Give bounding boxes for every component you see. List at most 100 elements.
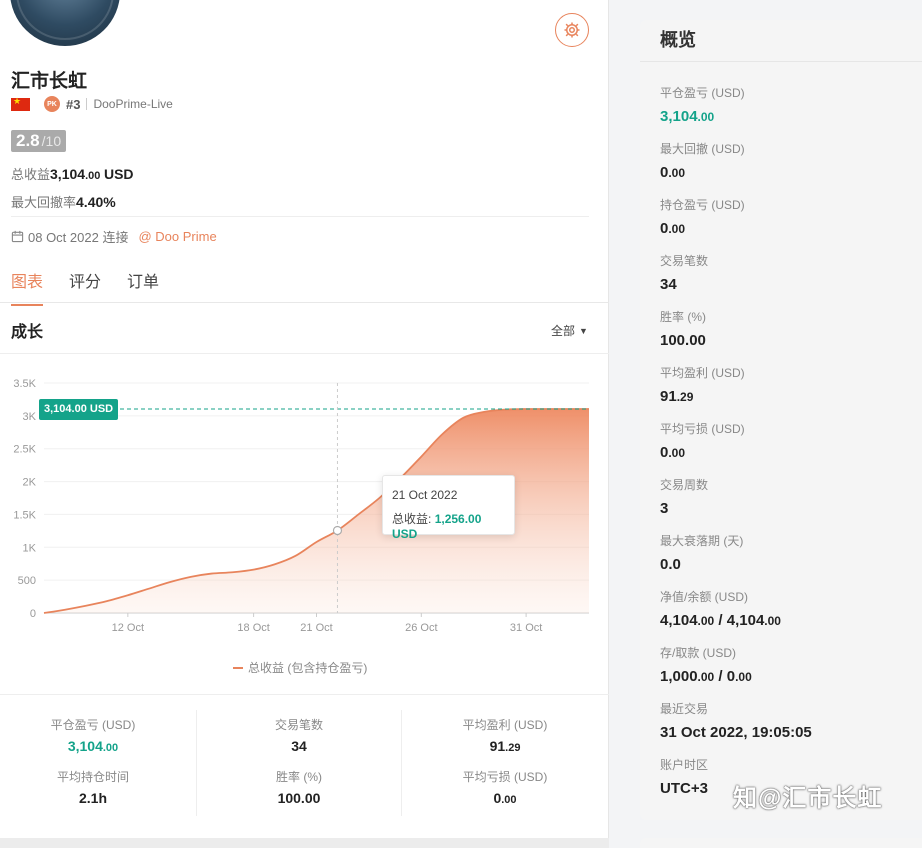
overview-value-dec: .00 <box>697 614 715 628</box>
overview-item: 胜率 (%) 100.00 <box>660 308 812 364</box>
overview-value-dec: .00 <box>668 446 686 460</box>
overview-label: 净值/余额 (USD) <box>660 590 748 604</box>
overview-value-dec: .00 <box>697 670 715 684</box>
overview-item: 存/取款 (USD) 1,000.00 / 0.00 <box>660 644 812 700</box>
overview-value-int: UTC+3 <box>660 780 708 797</box>
stat-value-int: 91 <box>489 738 506 754</box>
x-tick-label: 18 Oct <box>237 622 269 634</box>
connected-date: 08 Oct 2022 连接 <box>28 230 129 245</box>
stat-value: 0.00 <box>402 790 608 806</box>
stat-label: 平均亏损 (USD) <box>462 770 548 784</box>
stats-column: 平均盈利 (USD) 91.29 平均亏损 (USD) 0.00 <box>402 710 608 816</box>
x-tick-label: 21 Oct <box>300 622 332 634</box>
overview-item: 最大衰落期 (天) 0.0 <box>660 532 812 588</box>
stat-value: 100.00 <box>277 790 321 806</box>
current-value-tag: 3,104.00 USD <box>39 399 119 420</box>
rank-number: #3 <box>66 96 81 112</box>
stat-value: 2.1h <box>78 790 107 806</box>
tab-bar: 图表 评分 订单 <box>11 268 159 306</box>
overview-value-int: 0 <box>726 668 736 685</box>
overview-value: 0.00 <box>660 164 812 181</box>
overview-label: 最大回撤 (USD) <box>660 142 745 156</box>
tab-orders[interactable]: 订单 <box>127 268 159 306</box>
overview-value: 0.00 <box>660 220 812 237</box>
caret-down-icon: ▼ <box>579 325 588 336</box>
divider <box>640 61 922 62</box>
tab-rating[interactable]: 评分 <box>69 268 101 306</box>
overview-value-dec: .00 <box>668 166 686 180</box>
overview-value-int: 3 <box>660 500 669 517</box>
overview-value-int: 0.0 <box>660 556 681 573</box>
overview-value: 3 <box>660 500 812 517</box>
next-panel-edge <box>640 838 922 848</box>
range-filter-dropdown[interactable]: 全部 ▼ <box>551 322 588 339</box>
avatar[interactable] <box>10 0 120 46</box>
y-tick-label: 3K <box>23 411 37 423</box>
stat-value: 91.29 <box>402 738 608 754</box>
overview-label: 胜率 (%) <box>660 310 706 324</box>
overview-value-dec: .00 <box>668 222 686 236</box>
overview-value: 91.29 <box>660 388 812 405</box>
overview-item: 交易周数 3 <box>660 476 812 532</box>
total-profit-dec: .00 <box>85 170 101 182</box>
overview-label: 存/取款 (USD) <box>660 646 736 660</box>
overview-item: 平均盈利 (USD) 91.29 <box>660 364 812 420</box>
overview-label: 最近交易 <box>660 702 709 716</box>
stat-avg-profit: 平均盈利 (USD) 91.29 <box>402 710 608 762</box>
y-tick-label: 0 <box>30 608 36 620</box>
total-profit: 总收益3,104.00 USD <box>11 164 134 183</box>
stat-value: 3,104.00 <box>0 738 196 754</box>
growth-title: 成长 <box>11 324 44 341</box>
overview-value: 100.00 <box>660 332 812 349</box>
overview-value-int: 100.00 <box>660 332 706 349</box>
tooltip-date: 21 Oct 2022 <box>392 488 458 502</box>
range-filter-label: 全部 <box>551 324 576 338</box>
overview-value-dec: .00 <box>735 670 752 684</box>
stat-value-int: 3,104 <box>67 738 103 754</box>
stat-label: 平均盈利 (USD) <box>462 718 548 732</box>
total-profit-int: 3,104 <box>50 166 86 182</box>
y-tick-label: 2K <box>23 477 37 489</box>
y-tick-label: 1.5K <box>13 509 36 521</box>
settings-button[interactable] <box>555 13 589 47</box>
trader-profile-panel: 汇市长虹 PK #3 DooPrime-Live 2.8 /10 总收益3,10… <box>0 0 609 848</box>
connection-info: 08 Oct 2022 连接 @ Doo Prime <box>11 227 217 246</box>
tooltip-label: 总收益: <box>392 512 432 526</box>
overview-value-int: 4,104 <box>726 612 765 629</box>
overview-title: 概览 <box>660 30 696 50</box>
overview-value-dec: .29 <box>676 390 694 404</box>
overview-value: 34 <box>660 276 812 293</box>
value-separator: / <box>714 668 727 685</box>
overview-value: 31 Oct 2022, 19:05:05 <box>660 724 812 741</box>
max-drawdown-value: 4.40% <box>76 194 116 210</box>
stat-value-dec: .29 <box>505 742 521 754</box>
calendar-icon <box>11 230 24 243</box>
overview-label: 交易周数 <box>660 478 709 492</box>
x-tick-label: 12 Oct <box>112 622 144 634</box>
overview-value-dec: .00 <box>764 614 781 628</box>
max-drawdown: 最大回撤率4.40% <box>11 192 116 211</box>
overview-item: 最近交易 31 Oct 2022, 19:05:05 <box>660 700 812 756</box>
overview-value: 3,104.00 <box>660 108 812 125</box>
overview-label: 交易笔数 <box>660 254 709 268</box>
overview-value-int: 34 <box>660 276 677 293</box>
overview-value-int: 3,104 <box>660 108 698 125</box>
legend-swatch <box>233 666 243 669</box>
divider <box>0 302 609 303</box>
overview-label: 账户时区 <box>660 758 709 772</box>
stat-avg-hold-time: 平均持仓时间 2.1h <box>0 762 196 814</box>
fire-rank-icon: PK <box>44 96 60 112</box>
chart-legend[interactable]: 总收益 (包含持仓盈亏) <box>233 659 367 676</box>
hover-point <box>332 525 343 536</box>
tooltip-value-row: 总收益: 1,256.00 USD <box>392 510 505 541</box>
account-name: DooPrime-Live <box>93 97 173 111</box>
overview-value: 1,000.00 / 0.00 <box>660 668 812 685</box>
tab-chart[interactable]: 图表 <box>11 268 44 306</box>
footer-bar <box>0 838 609 848</box>
max-drawdown-label: 最大回撤率 <box>11 195 77 210</box>
stat-value-dec: .00 <box>501 794 517 806</box>
stats-grid: 平仓盈亏 (USD) 3,104.00 平均持仓时间 2.1h 交易笔数 34 … <box>0 710 609 820</box>
overview-item: 净值/余额 (USD) 4,104.00 / 4,104.00 <box>660 588 812 644</box>
broker-link[interactable]: @ Doo Prime <box>138 229 216 244</box>
stat-label: 平仓盈亏 (USD) <box>50 718 136 732</box>
